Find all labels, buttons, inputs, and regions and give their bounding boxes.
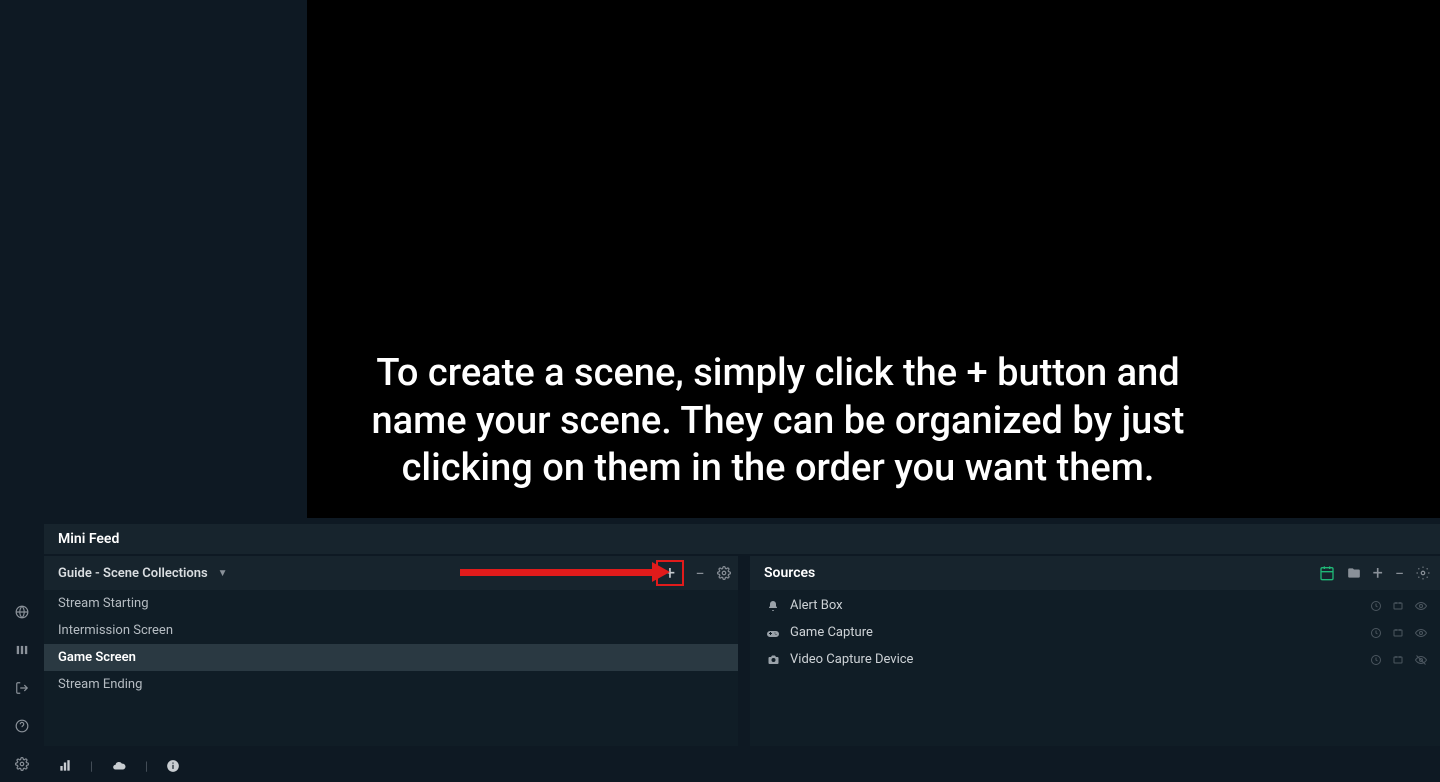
scenes-header: Guide - Scene Collections ▼ + − xyxy=(44,556,738,590)
source-item[interactable]: Game Capture xyxy=(750,619,1440,646)
sources-toolbar: + − xyxy=(1319,563,1430,584)
source-item[interactable]: Alert Box xyxy=(750,592,1440,619)
divider: | xyxy=(90,759,93,773)
cloud-icon[interactable] xyxy=(111,759,127,773)
left-sidebar xyxy=(0,0,44,782)
refresh-icon[interactable] xyxy=(1392,627,1404,639)
add-source-button[interactable]: + xyxy=(1373,563,1383,584)
preview-area: To create a scene, simply click the + bu… xyxy=(44,0,1440,520)
divider: | xyxy=(145,759,148,773)
visibility-icon[interactable] xyxy=(1414,600,1428,612)
scene-item[interactable]: Game Screen xyxy=(44,644,738,671)
settings-icon[interactable] xyxy=(14,756,30,772)
scene-item[interactable]: Stream Starting xyxy=(44,590,738,617)
source-actions xyxy=(1370,627,1428,639)
sources-header: Sources + − xyxy=(750,556,1440,590)
camera-icon xyxy=(764,654,782,666)
sources-title: Sources xyxy=(764,565,815,581)
widget-icon[interactable] xyxy=(1319,565,1335,581)
scene-item[interactable]: Intermission Screen xyxy=(44,617,738,644)
mini-feed-bar: Mini Feed xyxy=(44,524,1440,554)
scenes-panel: Guide - Scene Collections ▼ + − Stream S… xyxy=(44,556,738,746)
bell-icon xyxy=(764,600,782,612)
refresh-icon[interactable] xyxy=(1392,654,1404,666)
scene-label: Stream Ending xyxy=(58,677,142,692)
scene-label: Game Screen xyxy=(58,650,136,665)
gamepad-icon xyxy=(764,627,782,639)
help-icon[interactable] xyxy=(14,718,30,734)
stats-icon[interactable] xyxy=(58,759,72,773)
scene-item[interactable]: Stream Ending xyxy=(44,671,738,698)
source-actions xyxy=(1370,600,1428,612)
tutorial-overlay-text: To create a scene, simply click the + bu… xyxy=(331,350,1225,493)
source-actions xyxy=(1370,654,1428,666)
add-scene-button[interactable]: + xyxy=(656,560,684,586)
lock-icon[interactable] xyxy=(1370,654,1382,666)
chevron-down-icon[interactable]: ▼ xyxy=(218,568,228,579)
lock-icon[interactable] xyxy=(1370,600,1382,612)
panels-row: Guide - Scene Collections ▼ + − Stream S… xyxy=(44,556,1440,746)
lock-icon[interactable] xyxy=(1370,627,1382,639)
source-settings-button[interactable] xyxy=(1416,566,1430,580)
scene-settings-button[interactable] xyxy=(716,566,732,580)
studio-mode-icon[interactable] xyxy=(14,642,30,658)
folder-icon[interactable] xyxy=(1347,566,1361,580)
source-label: Game Capture xyxy=(790,625,873,640)
visibility-hidden-icon[interactable] xyxy=(1414,654,1428,666)
scene-collection-dropdown[interactable]: Guide - Scene Collections xyxy=(58,566,208,581)
visibility-icon[interactable] xyxy=(1414,627,1428,639)
remove-scene-button[interactable]: − xyxy=(692,564,708,583)
scenes-list: Stream Starting Intermission Screen Game… xyxy=(44,590,738,746)
sources-panel: Sources + − Alert Box xyxy=(750,556,1440,746)
sources-list: Alert Box Game Capture xyxy=(750,590,1440,746)
remove-source-button[interactable]: − xyxy=(1395,564,1404,583)
source-label: Video Capture Device xyxy=(790,652,913,667)
bottom-status-bar: | | xyxy=(44,750,1440,782)
scenes-toolbar: + − xyxy=(656,560,732,586)
source-label: Alert Box xyxy=(790,598,843,613)
globe-icon[interactable] xyxy=(14,604,30,620)
scene-label: Intermission Screen xyxy=(58,623,173,638)
source-item[interactable]: Video Capture Device xyxy=(750,646,1440,673)
logout-icon[interactable] xyxy=(14,680,30,696)
scene-label: Stream Starting xyxy=(58,596,149,611)
refresh-icon[interactable] xyxy=(1392,600,1404,612)
info-icon[interactable] xyxy=(166,759,180,773)
mini-feed-label: Mini Feed xyxy=(58,531,119,547)
